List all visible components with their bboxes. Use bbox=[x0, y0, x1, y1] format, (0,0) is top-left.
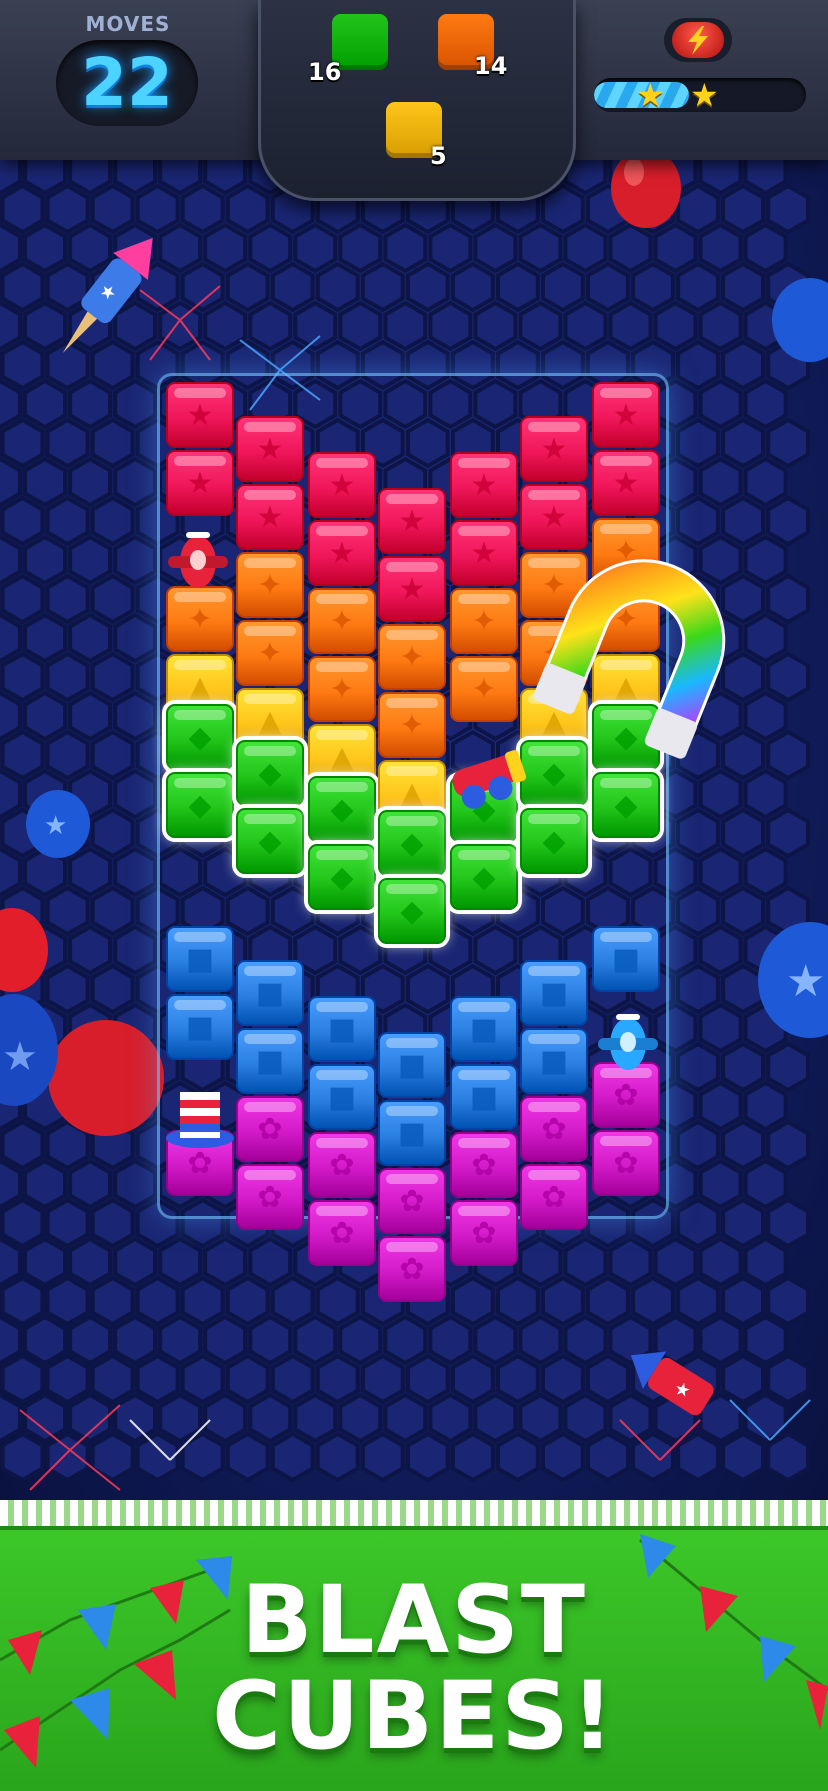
moves-label: MOVES bbox=[85, 12, 171, 36]
moves-counter: 22 bbox=[81, 44, 173, 121]
lightning-icon[interactable] bbox=[672, 22, 724, 58]
star-icon: ★ bbox=[690, 76, 719, 114]
goal-green-count: 16 bbox=[308, 58, 342, 86]
banner-title-line2: CUBES! bbox=[212, 1662, 616, 1771]
star-icon: ★ bbox=[636, 76, 665, 114]
rainbow-magnet-icon[interactable] bbox=[0, 0, 828, 1500]
goal-yellow-count: 5 bbox=[430, 142, 447, 170]
goals-panel bbox=[258, 0, 576, 201]
banner-title-line1: BLAST bbox=[240, 1566, 588, 1675]
goal-orange-count: 14 bbox=[474, 52, 508, 80]
